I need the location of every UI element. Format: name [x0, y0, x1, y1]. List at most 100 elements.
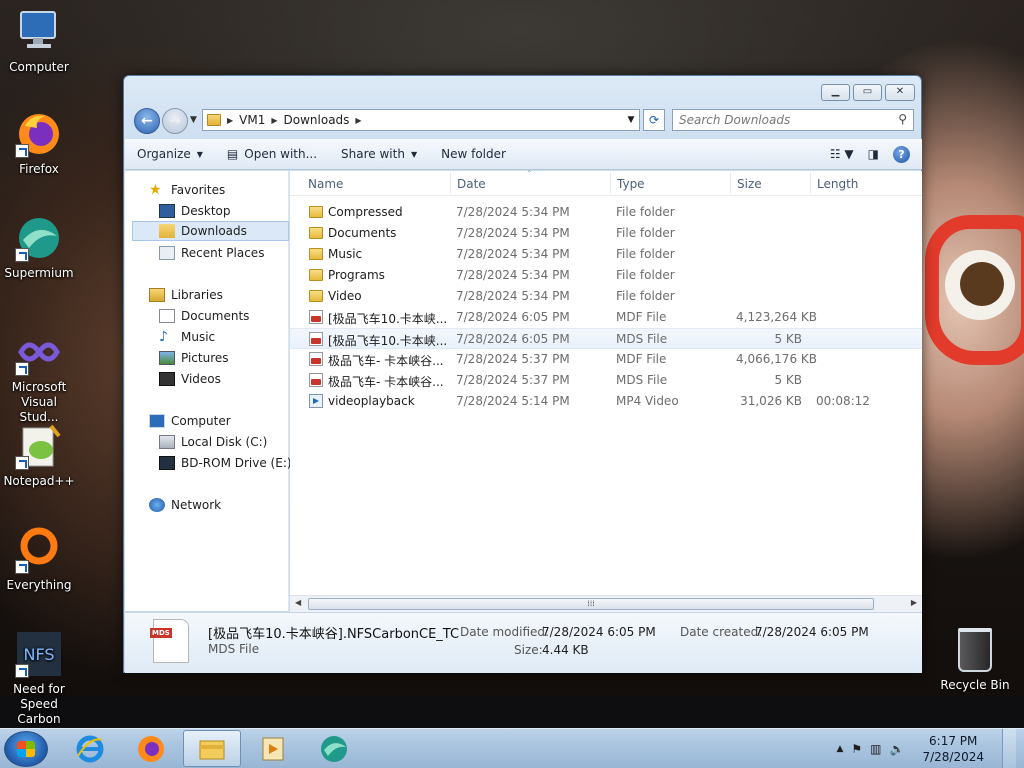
details-modified-value: 7/28/2024 6:05 PM [542, 625, 656, 639]
column-headers: Name Date ⌃ Type Size Length [290, 169, 922, 196]
scroll-left-icon[interactable]: ◀ [295, 598, 301, 607]
address-bar[interactable]: ▶ VM1 ▶ Downloads ▶ ▼ [202, 109, 640, 131]
scrollbar-thumb[interactable]: ⁞⁞⁞ [308, 598, 874, 610]
column-divider[interactable] [730, 173, 731, 193]
file-type: File folder [616, 289, 675, 303]
column-header-date[interactable]: Date [457, 177, 486, 191]
file-date: 7/28/2024 5:34 PM [456, 247, 570, 261]
disc-image-icon [309, 332, 323, 346]
desktop-icon-computer[interactable]: Computer [0, 8, 78, 75]
column-divider[interactable] [810, 173, 811, 193]
desktop-icon-supermium[interactable]: Supermium [0, 214, 78, 281]
breadcrumb-arrow-icon[interactable]: ▶ [355, 116, 361, 125]
search-input[interactable]: Search Downloads ⚲ [672, 109, 914, 131]
horizontal-scrollbar[interactable]: ◀ ⁞⁞⁞ ▶ [290, 595, 922, 612]
chevron-down-icon: ▼ [410, 149, 418, 159]
folder-icon [309, 269, 323, 281]
taskbar-explorer[interactable] [183, 730, 241, 767]
nav-computer[interactable]: Computer [149, 411, 313, 431]
file-row[interactable]: [极品飞车10.卡本峡... 7/28/2024 6:05 PM MDF File 4… [290, 307, 922, 328]
file-name: Video [328, 289, 362, 303]
new-folder-button[interactable]: New folder [429, 147, 518, 161]
file-row[interactable]: Programs 7/28/2024 5:34 PM File folder [290, 265, 922, 286]
share-with-button[interactable]: Share with ▼ [329, 147, 429, 161]
taskbar-internet-explorer[interactable] [61, 730, 119, 767]
file-size: 31,026 KB [740, 394, 802, 408]
maximize-button[interactable]: ▭ [853, 84, 882, 101]
desktop-icon-nfs-carbon[interactable]: NFS Need for Speed Carbon [0, 630, 78, 727]
file-name: [极品飞车10.卡本峡... [328, 312, 448, 326]
column-header-type[interactable]: Type [617, 177, 645, 191]
show-hidden-icons-icon[interactable]: ▲ [836, 744, 843, 754]
wallpaper-band [0, 696, 1024, 728]
desktop-icon-visual-studio[interactable]: Microsoft Visual Stud... [0, 328, 78, 425]
taskbar-firefox[interactable] [122, 730, 180, 767]
breadcrumb-vm1[interactable]: VM1 [233, 113, 271, 127]
column-header-length[interactable]: Length [817, 177, 858, 191]
desktop-icon-firefox[interactable]: Firefox [0, 110, 78, 177]
recent-pages-dropdown-icon[interactable]: ▼ [190, 115, 197, 125]
help-icon[interactable]: ? [893, 145, 910, 163]
file-row[interactable]: 极品飞车- 卡本峡谷... 7/28/2024 5:37 PM MDF File 4,… [290, 349, 922, 370]
details-filetype: MDS File [208, 642, 260, 656]
caption-buttons: ▁ ▭ ✕ [821, 84, 915, 101]
folder-icon [309, 290, 323, 302]
network-tray-icon[interactable]: ▥ [870, 742, 881, 756]
taskbar-supermium[interactable] [305, 730, 363, 767]
nav-label: Downloads [181, 224, 247, 238]
column-header-name[interactable]: Name [308, 177, 343, 191]
action-center-flag-icon[interactable]: ⚑ [851, 742, 862, 756]
file-row[interactable]: Documents 7/28/2024 5:34 PM File folder [290, 223, 922, 244]
file-row[interactable]: Music 7/28/2024 5:34 PM File folder [290, 244, 922, 265]
nav-libraries[interactable]: Libraries [149, 285, 313, 305]
file-row[interactable]: 极品飞车- 卡本峡谷... 7/28/2024 5:37 PM MDS File 5 … [290, 370, 922, 391]
open-with-button[interactable]: ▤ Open with... [215, 147, 329, 161]
desktop-icon-label: Computer [9, 60, 69, 74]
show-desktop-button[interactable] [1002, 729, 1016, 768]
disc-image-icon [309, 352, 323, 366]
nav-label: Desktop [181, 204, 231, 218]
shortcut-arrow-icon [15, 456, 29, 470]
file-row[interactable]: Video 7/28/2024 5:34 PM File folder [290, 286, 922, 307]
desktop-icon-everything[interactable]: Everything [0, 526, 78, 593]
breadcrumb-downloads[interactable]: Downloads [278, 113, 356, 127]
volume-muted-icon[interactable]: 🔈 [890, 742, 905, 756]
back-button[interactable]: ← [134, 108, 160, 134]
file-row[interactable]: [极品飞车10.卡本峡... 7/28/2024 6:05 PM MDS File 5… [290, 328, 922, 349]
nav-downloads[interactable]: Downloads [132, 221, 289, 241]
nav-label: Videos [181, 372, 221, 386]
drive-icon [159, 435, 175, 449]
refresh-button[interactable]: ⟳ [643, 109, 665, 131]
organize-button[interactable]: Organize ▼ [125, 147, 215, 161]
column-divider[interactable] [610, 173, 611, 193]
details-created-value: 7/28/2024 6:05 PM [755, 625, 869, 639]
start-button[interactable] [4, 731, 48, 767]
file-type: File folder [616, 226, 675, 240]
column-header-size[interactable]: Size [737, 177, 762, 191]
file-thumbnail-icon: MDS [150, 619, 189, 663]
nav-favorites[interactable]: ★ Favorites [149, 180, 313, 200]
nav-label: Local Disk (C:) [181, 435, 268, 449]
column-divider[interactable] [450, 173, 451, 193]
taskbar-media-player[interactable] [244, 730, 302, 767]
view-controls: ☷ ▼ ◨ ? [830, 145, 922, 163]
file-row[interactable]: Compressed 7/28/2024 5:34 PM File folder [290, 202, 922, 223]
notepadpp-icon [15, 422, 63, 470]
nav-network[interactable]: Network [149, 495, 313, 515]
file-type: MDF File [616, 352, 667, 366]
file-row[interactable]: videoplayback 7/28/2024 5:14 PM MP4 Video 3… [290, 391, 922, 412]
folder-icon [309, 206, 323, 218]
change-view-icon[interactable]: ☷ ▼ [830, 147, 854, 161]
address-dropdown-icon[interactable]: ▼ [623, 115, 639, 125]
scroll-right-icon[interactable]: ▶ [911, 598, 917, 607]
forward-button[interactable]: → [162, 108, 188, 134]
close-button[interactable]: ✕ [885, 84, 915, 101]
supermium-icon [15, 214, 63, 262]
file-date: 7/28/2024 5:37 PM [456, 352, 570, 366]
search-icon[interactable]: ⚲ [898, 112, 907, 126]
preview-pane-icon[interactable]: ◨ [868, 147, 879, 161]
minimize-button[interactable]: ▁ [821, 84, 850, 101]
desktop-icon-notepadpp[interactable]: Notepad++ [0, 422, 78, 489]
desktop-icon-recycle-bin[interactable]: Recycle Bin [936, 628, 1014, 692]
clock[interactable]: 6:17 PM 7/28/2024 [912, 733, 994, 765]
